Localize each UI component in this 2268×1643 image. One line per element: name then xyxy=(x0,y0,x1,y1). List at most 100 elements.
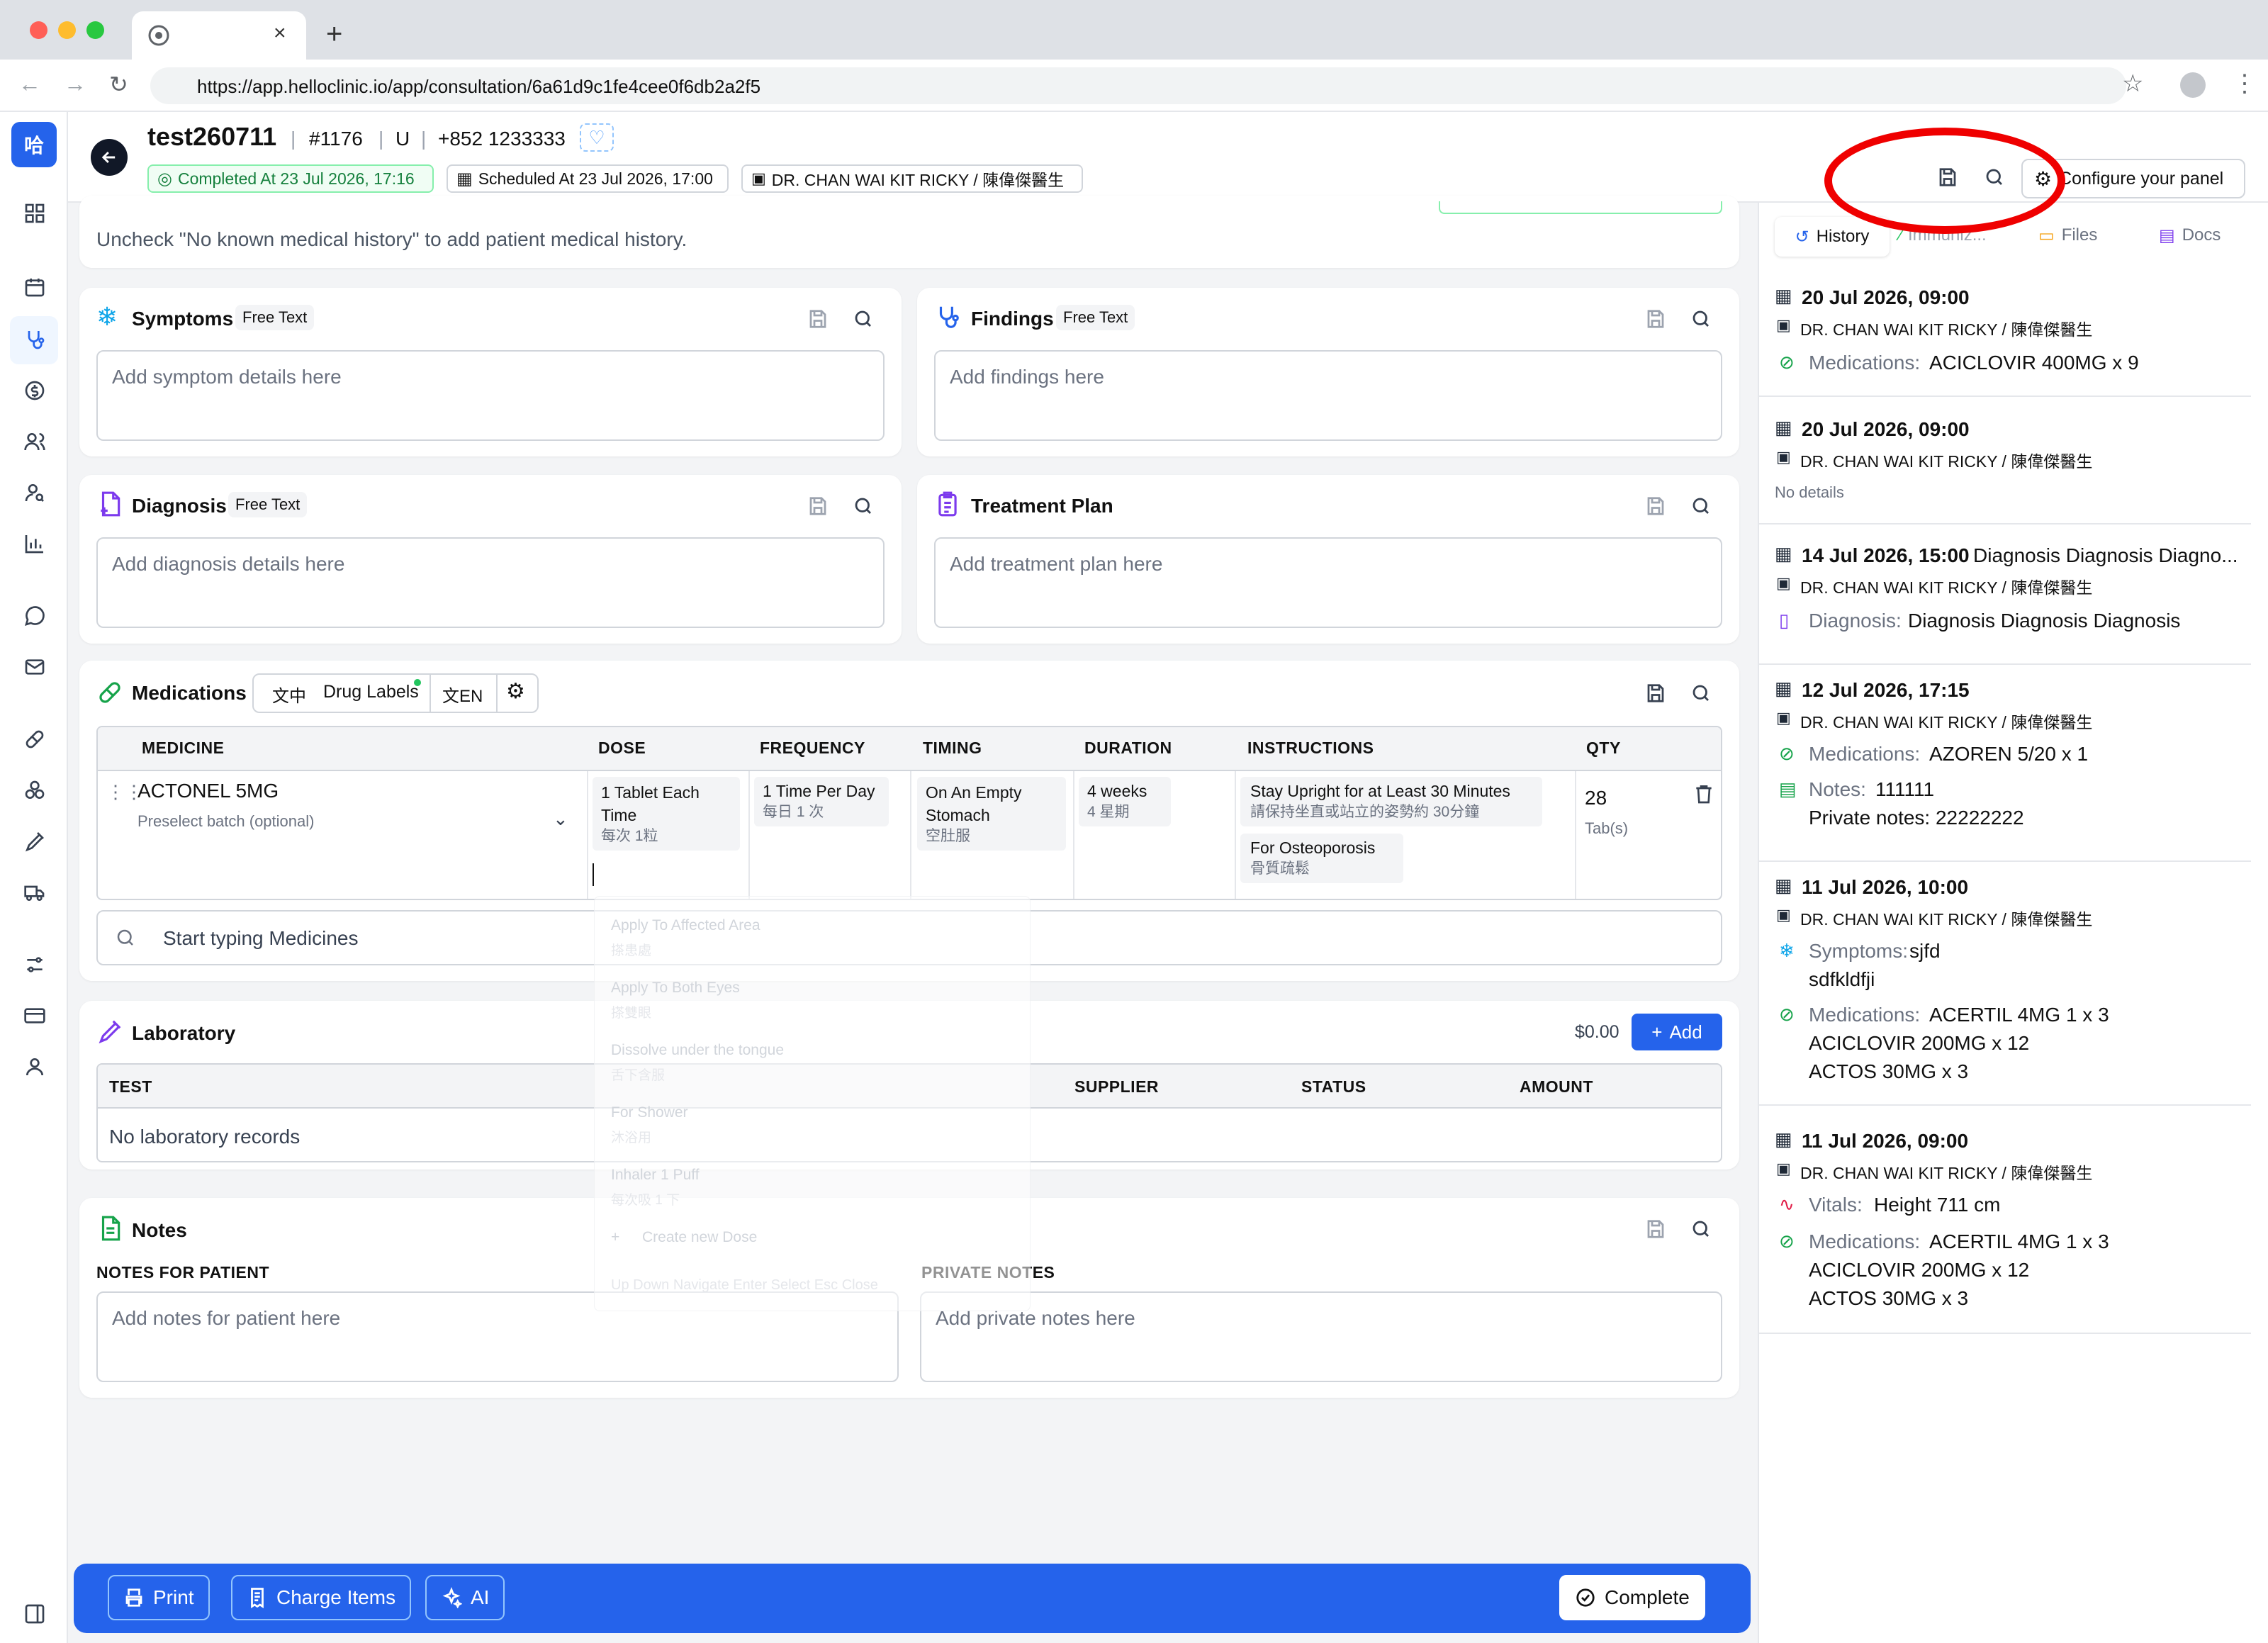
lang-en-toggle[interactable]: 文EN xyxy=(442,682,483,707)
diagnosis-input[interactable] xyxy=(96,537,885,628)
symptoms-save-icon[interactable] xyxy=(805,306,831,332)
add-lab-button[interactable]: + Add xyxy=(1632,1014,1722,1050)
instruction-chip-1[interactable]: Stay Upright for at Least 30 Minutes 請保持坐… xyxy=(1240,777,1542,826)
medications-search-icon[interactable] xyxy=(1688,680,1714,706)
findings-save-icon[interactable] xyxy=(1643,306,1668,332)
history-clock-icon: ↺ xyxy=(1795,227,1809,247)
private-notes-input[interactable] xyxy=(920,1291,1722,1382)
notes-search-icon[interactable] xyxy=(1688,1216,1714,1242)
dashboard-icon[interactable] xyxy=(23,201,47,225)
whatsapp-icon[interactable] xyxy=(23,604,47,628)
patients-icon[interactable] xyxy=(23,430,47,454)
diagnosis-search-icon[interactable] xyxy=(850,493,876,519)
back-nav-icon[interactable]: ← xyxy=(18,71,41,97)
dropdown-option-3[interactable]: Dissolve under the tongue xyxy=(611,1042,784,1059)
reports-icon[interactable] xyxy=(23,532,47,556)
mail-icon[interactable] xyxy=(23,655,47,679)
notes-save-icon[interactable] xyxy=(1643,1216,1668,1242)
history-doctor: DR. CHAN WAI KIT RICKY / 陳偉傑醫生 xyxy=(1800,1164,2093,1182)
timing-chip[interactable]: On An Empty Stomach 空肚服 xyxy=(917,777,1066,851)
print-button[interactable]: Print xyxy=(108,1575,210,1620)
duration-chip[interactable]: 4 weeks 4 星期 xyxy=(1079,777,1171,826)
symptoms-free-text-tag[interactable]: Free Text xyxy=(235,305,315,330)
profile-avatar[interactable] xyxy=(2180,72,2206,98)
reload-icon[interactable]: ↻ xyxy=(109,71,128,98)
instruction-chip-2[interactable]: For Osteoporosis 骨質疏鬆 xyxy=(1240,834,1403,883)
complete-button[interactable]: Complete xyxy=(1559,1575,1705,1620)
medical-history-hint: Uncheck "No known medical history" to ad… xyxy=(96,228,687,250)
medications-save-icon[interactable] xyxy=(1643,680,1668,706)
diagnosis-history-icon: ▯ xyxy=(1779,610,1790,631)
zoom-window-button[interactable] xyxy=(86,21,104,39)
history-toggle-partial xyxy=(1439,201,1722,214)
new-tab-icon[interactable]: + xyxy=(326,18,342,50)
findings-input[interactable] xyxy=(934,350,1722,441)
services-icon[interactable] xyxy=(23,778,47,802)
user-search-icon[interactable] xyxy=(23,481,47,505)
stethoscope-icon[interactable] xyxy=(23,327,47,352)
pill-icon[interactable] xyxy=(23,727,47,751)
lang-zh-toggle[interactable]: 文中 xyxy=(272,682,306,707)
minimize-window-button[interactable] xyxy=(58,21,76,39)
drug-labels-button[interactable]: Drug Labels xyxy=(323,682,419,702)
lab-test-icon[interactable] xyxy=(23,829,47,853)
dropdown-option-2[interactable]: Apply To Both Eyes xyxy=(611,980,740,997)
tab-docs[interactable]: ▤ Docs xyxy=(2159,225,2221,246)
patient-gender: U xyxy=(395,128,410,150)
history-date: 12 Jul 2026, 17:15 xyxy=(1802,679,1970,701)
history-label: Medications: xyxy=(1809,743,1921,765)
symptoms-search-icon[interactable] xyxy=(850,306,876,332)
browser-menu-icon[interactable]: ⋮ xyxy=(2233,69,2257,98)
diagnosis-title: Diagnosis xyxy=(132,495,227,517)
qty-value[interactable]: 28 xyxy=(1585,787,1607,809)
calendar-icon[interactable] xyxy=(23,275,47,299)
tab-close-icon[interactable]: × xyxy=(274,21,286,45)
dose-chip[interactable]: 1 Tablet Each Time 每次 1粒 xyxy=(593,777,740,851)
dose-text-cursor[interactable] xyxy=(593,863,594,886)
account-icon[interactable] xyxy=(23,1055,47,1079)
dropdown-option-3-zh: 舌下含服 xyxy=(611,1068,666,1083)
findings-free-text-tag[interactable]: Free Text xyxy=(1056,305,1135,330)
dropdown-option-2-zh: 搽雙眼 xyxy=(611,1006,652,1021)
forward-nav-icon[interactable]: → xyxy=(64,71,86,97)
tab-files[interactable]: ▭ Files xyxy=(2038,225,2097,246)
medicine-name[interactable]: ACTONEL 5MG xyxy=(137,780,279,802)
treatment-plan-placeholder: Add treatment plan here xyxy=(950,553,1163,575)
browser-tab[interactable]: × xyxy=(132,11,306,60)
medication-settings-icon[interactable]: ⚙ xyxy=(506,679,525,704)
favorite-heart-icon[interactable]: ♡ xyxy=(580,123,614,152)
findings-search-icon[interactable] xyxy=(1688,306,1714,332)
back-button[interactable] xyxy=(91,139,128,176)
dropdown-option-1[interactable]: Apply To Affected Area xyxy=(611,917,760,934)
batch-select[interactable]: Preselect batch (optional) xyxy=(137,812,314,831)
doctor-icon: ▣ xyxy=(1776,316,1791,334)
ai-button[interactable]: AI xyxy=(425,1575,505,1620)
lab-col-supplier: SUPPLIER xyxy=(1074,1077,1160,1096)
create-new-dose-option[interactable]: Create new Dose xyxy=(642,1229,757,1246)
settings-sliders-icon[interactable] xyxy=(23,953,47,977)
diagnosis-save-icon[interactable] xyxy=(805,493,831,519)
symptoms-input[interactable] xyxy=(96,350,885,441)
bookmark-star-icon[interactable]: ☆ xyxy=(2122,69,2143,98)
batch-chevron-down-icon[interactable]: ⌄ xyxy=(553,808,568,830)
dropdown-option-5[interactable]: Inhaler 1 Puff xyxy=(611,1167,700,1184)
col-instructions: INSTRUCTIONS xyxy=(1247,739,1374,757)
dropdown-option-4[interactable]: For Shower xyxy=(611,1104,688,1121)
diagnosis-free-text-tag[interactable]: Free Text xyxy=(228,492,308,517)
pill-medications-icon xyxy=(99,682,120,703)
folder-icon: ▭ xyxy=(2038,226,2055,245)
close-window-button[interactable] xyxy=(30,21,47,39)
treatment-save-icon[interactable] xyxy=(1643,493,1668,519)
collapse-sidebar-icon[interactable] xyxy=(23,1602,47,1626)
history-value: Height 711 cm xyxy=(1874,1194,2001,1216)
notes-document-icon xyxy=(101,1216,120,1241)
app-logo[interactable]: 哈 xyxy=(11,122,57,167)
billing-icon[interactable] xyxy=(23,378,47,403)
treatment-search-icon[interactable] xyxy=(1688,493,1714,519)
delivery-icon[interactable] xyxy=(23,880,47,904)
charge-items-button[interactable]: Charge Items xyxy=(231,1575,412,1620)
trash-icon[interactable] xyxy=(1692,783,1715,805)
treatment-plan-input[interactable] xyxy=(934,537,1722,628)
card-icon[interactable] xyxy=(23,1004,47,1028)
frequency-chip[interactable]: 1 Time Per Day 每日 1 次 xyxy=(754,777,889,826)
